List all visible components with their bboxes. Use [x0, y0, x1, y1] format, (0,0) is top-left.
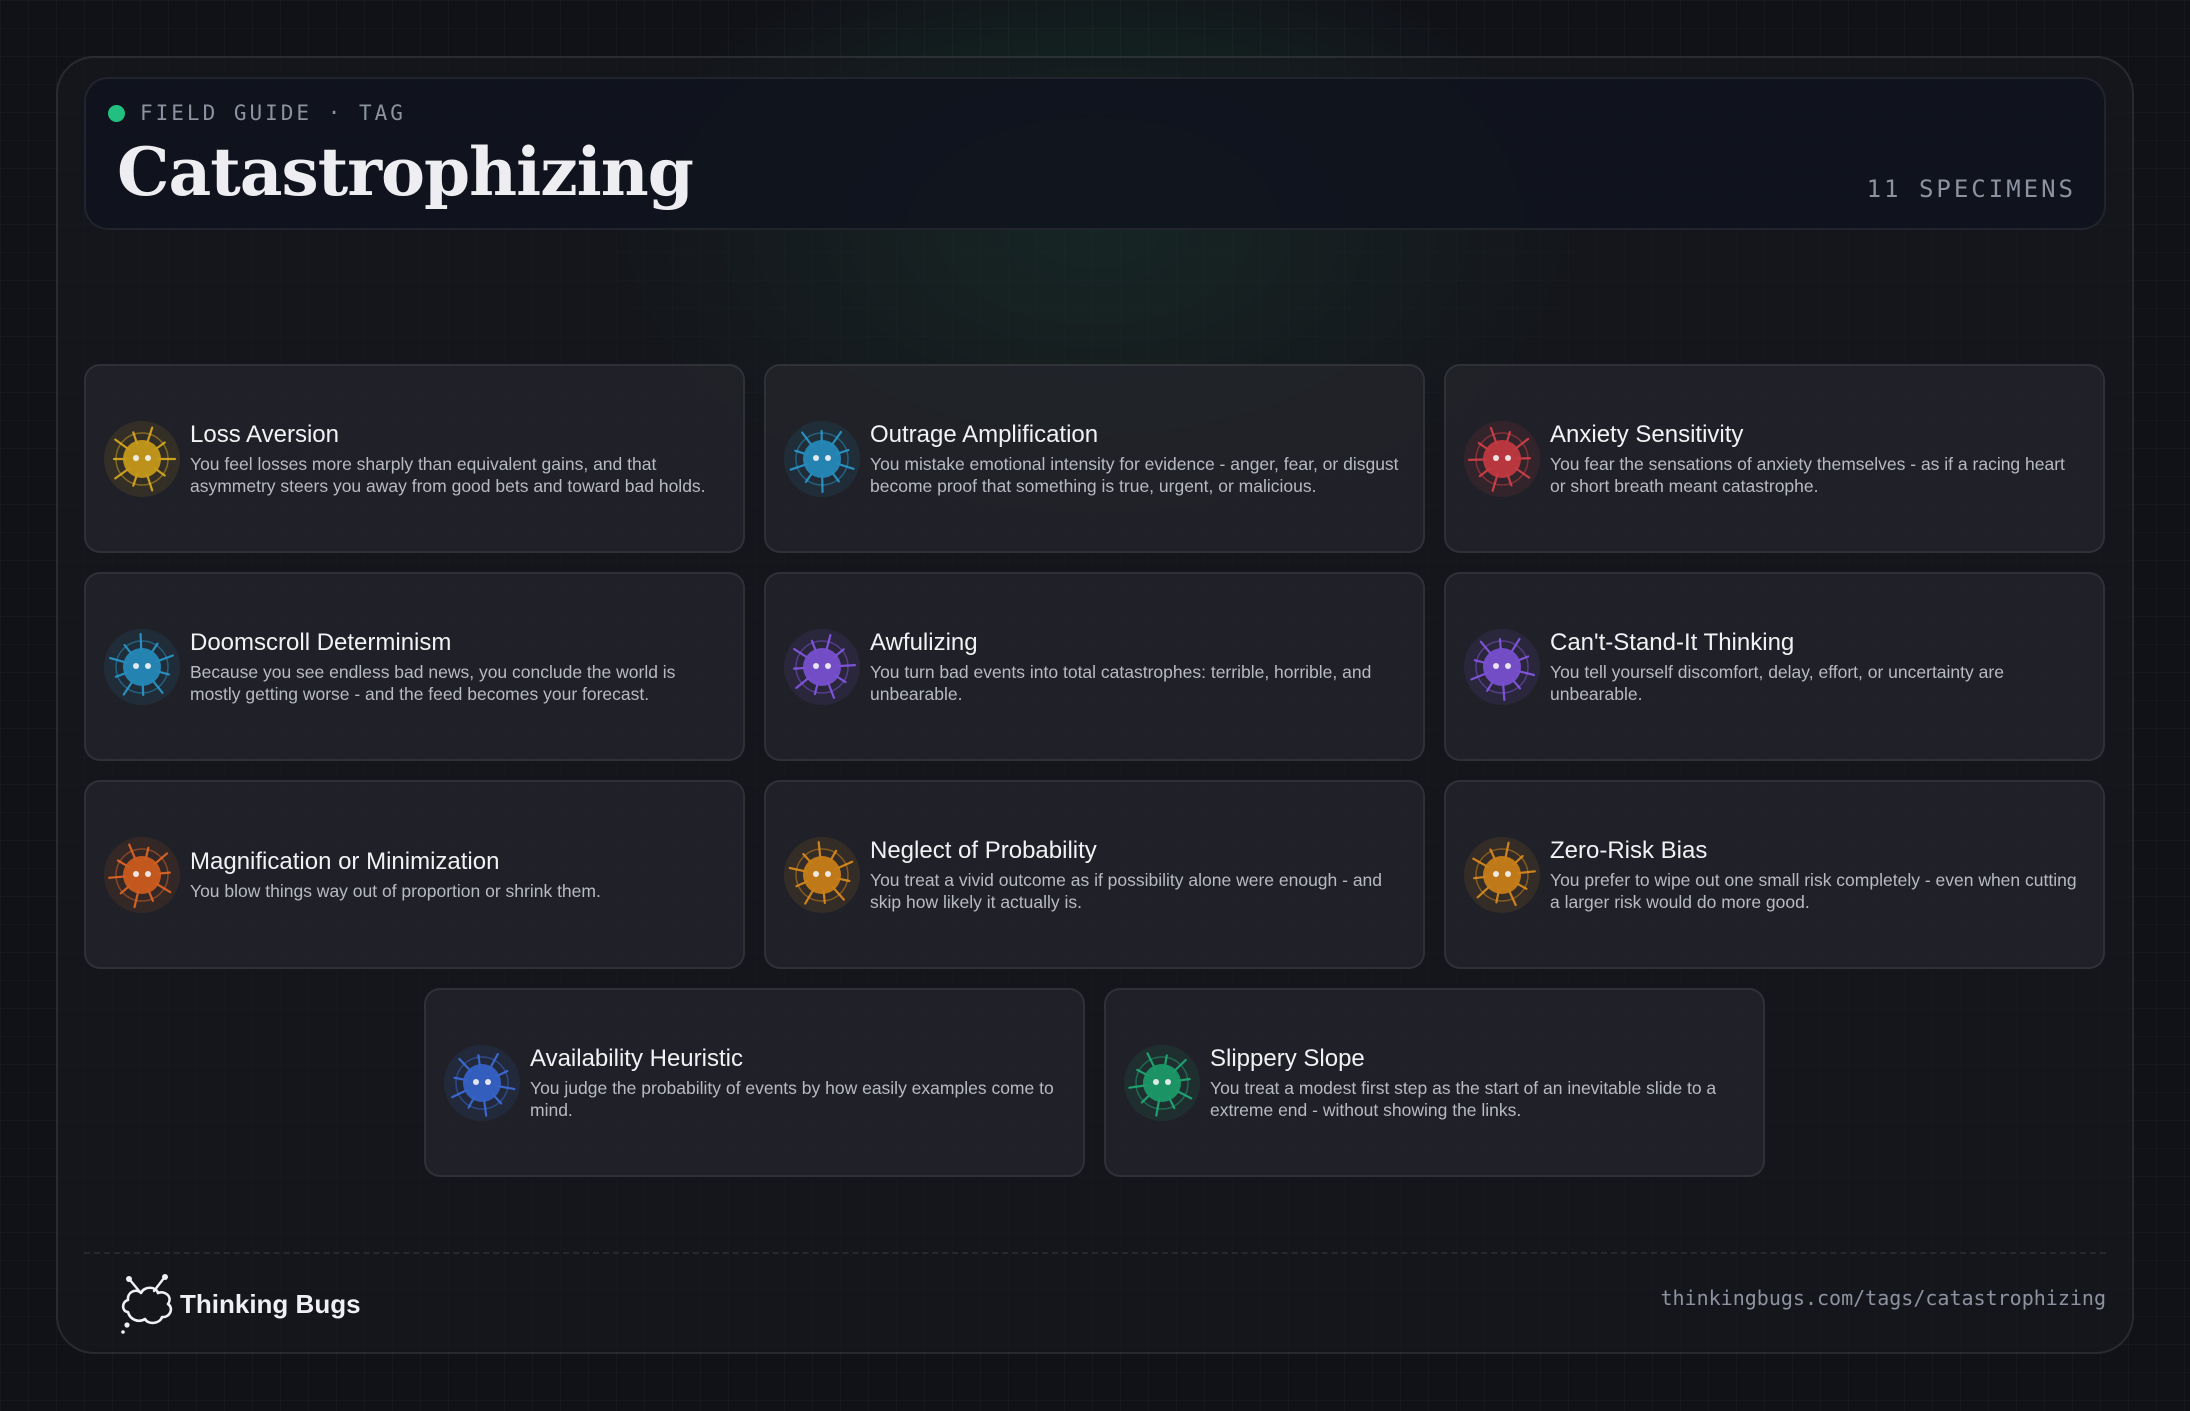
specimen-card[interactable]: Zero-Risk Bias You prefer to wipe out one… [1444, 780, 2105, 969]
specimen-title: Neglect of Probability [870, 836, 1097, 864]
bug-blue-icon [780, 417, 864, 501]
specimen-description: You judge the probability of events by h… [530, 1077, 1054, 1120]
brand-logo[interactable]: Thinking Bugs [118, 1272, 361, 1336]
brand-name: Thinking Bugs [180, 1288, 361, 1319]
specimen-card[interactable]: Awfulizing You turn bad events into total… [764, 572, 1425, 761]
specimen-title: Anxiety Sensitivity [1550, 420, 1744, 448]
bug-red-icon [1460, 417, 1544, 501]
specimen-text: Availability Heuristic You judge the prob… [530, 1045, 1065, 1121]
specimen-card[interactable]: Availability Heuristic You judge the prob… [424, 988, 1085, 1177]
bug-amber-icon [1460, 833, 1544, 917]
specimen-description: You fear the sensations of anxiety thems… [1550, 453, 2065, 496]
specimen-text: Awfulizing You turn bad events into total… [870, 629, 1405, 705]
specimen-description: You turn bad events into total catastrop… [870, 661, 1372, 704]
bug-purple-icon [1460, 625, 1544, 709]
specimen-description: Because you see endless bad news, you co… [190, 661, 676, 704]
specimen-card[interactable]: Neglect of Probability You treat a vivid … [764, 780, 1425, 969]
specimen-title: Can't-Stand-It Thinking [1550, 628, 1795, 656]
page-url[interactable]: thinkingbugs.com/tags/catastrophizing [1660, 1286, 2106, 1310]
specimen-card[interactable]: Doomscroll Determinism Because you see en… [84, 572, 745, 761]
specimen-card[interactable]: Can't-Stand-It Thinking You tell yourself… [1444, 572, 2105, 761]
specimen-card[interactable]: Anxiety Sensitivity You fear the sensatio… [1444, 364, 2105, 553]
specimen-title: Magnification or Minimization [190, 847, 500, 875]
specimen-description: You feel losses more sharply than equiva… [190, 453, 706, 496]
bug-orange-icon [100, 833, 184, 917]
specimen-text: Anxiety Sensitivity You fear the sensatio… [1550, 421, 2085, 497]
specimen-text: Neglect of Probability You treat a vivid … [870, 837, 1405, 913]
specimen-title: Awfulizing [870, 628, 978, 656]
specimen-description: You treat a modest first step as the sta… [1210, 1077, 1717, 1120]
eyebrow: FIELD GUIDE · TAG [108, 101, 406, 125]
eyebrow-label: FIELD GUIDE · TAG [140, 101, 406, 125]
specimen-title: Zero-Risk Bias [1550, 836, 1708, 864]
specimen-title: Slippery Slope [1210, 1044, 1365, 1072]
specimen-card[interactable]: Loss Aversion You feel losses more sharpl… [84, 364, 745, 553]
specimen-description: You blow things way out of proportion or… [190, 880, 601, 901]
specimen-text: Loss Aversion You feel losses more sharpl… [190, 421, 725, 497]
footer-divider [84, 1252, 2106, 1254]
page-header: FIELD GUIDE · TAG Catastrophizing 11 SPE… [84, 77, 2106, 230]
bug-purple-icon [780, 625, 864, 709]
specimen-title: Loss Aversion [190, 420, 339, 448]
bug-blue-icon [100, 625, 184, 709]
specimen-text: Doomscroll Determinism Because you see en… [190, 629, 725, 705]
bug-yellow-icon [100, 417, 184, 501]
bug-green-icon [1120, 1041, 1204, 1125]
specimen-description: You tell yourself discomfort, delay, eff… [1550, 661, 2004, 704]
specimen-title: Doomscroll Determinism [190, 628, 452, 656]
page-title: Catastrophizing [117, 133, 694, 211]
specimen-description: You mistake emotional intensity for evid… [870, 453, 1399, 496]
bug-amber-icon [780, 833, 864, 917]
specimen-text: Zero-Risk Bias You prefer to wipe out one… [1550, 837, 2085, 913]
specimen-text: Can't-Stand-It Thinking You tell yourself… [1550, 629, 2085, 705]
specimen-card[interactable]: Magnification or Minimization You blow th… [84, 780, 745, 969]
specimen-count: 11 SPECIMENS [1866, 175, 2076, 203]
status-dot-icon [108, 104, 125, 122]
specimen-text: Slippery Slope You treat a modest first s… [1210, 1045, 1745, 1121]
thinking-bugs-logo-icon [121, 1274, 173, 1334]
bug-indigo-icon [440, 1041, 524, 1125]
specimen-description: You prefer to wipe out one small risk co… [1550, 869, 2077, 912]
specimen-description: You treat a vivid outcome as if possibil… [870, 869, 1383, 912]
specimen-text: Outrage Amplification You mistake emotion… [870, 421, 1405, 497]
specimen-card[interactable]: Slippery Slope You treat a modest first s… [1104, 988, 1765, 1177]
specimen-card[interactable]: Outrage Amplification You mistake emotion… [764, 364, 1425, 553]
specimen-text: Magnification or Minimization You blow th… [190, 848, 725, 902]
specimen-title: Availability Heuristic [530, 1044, 743, 1072]
specimen-title: Outrage Amplification [870, 420, 1099, 448]
